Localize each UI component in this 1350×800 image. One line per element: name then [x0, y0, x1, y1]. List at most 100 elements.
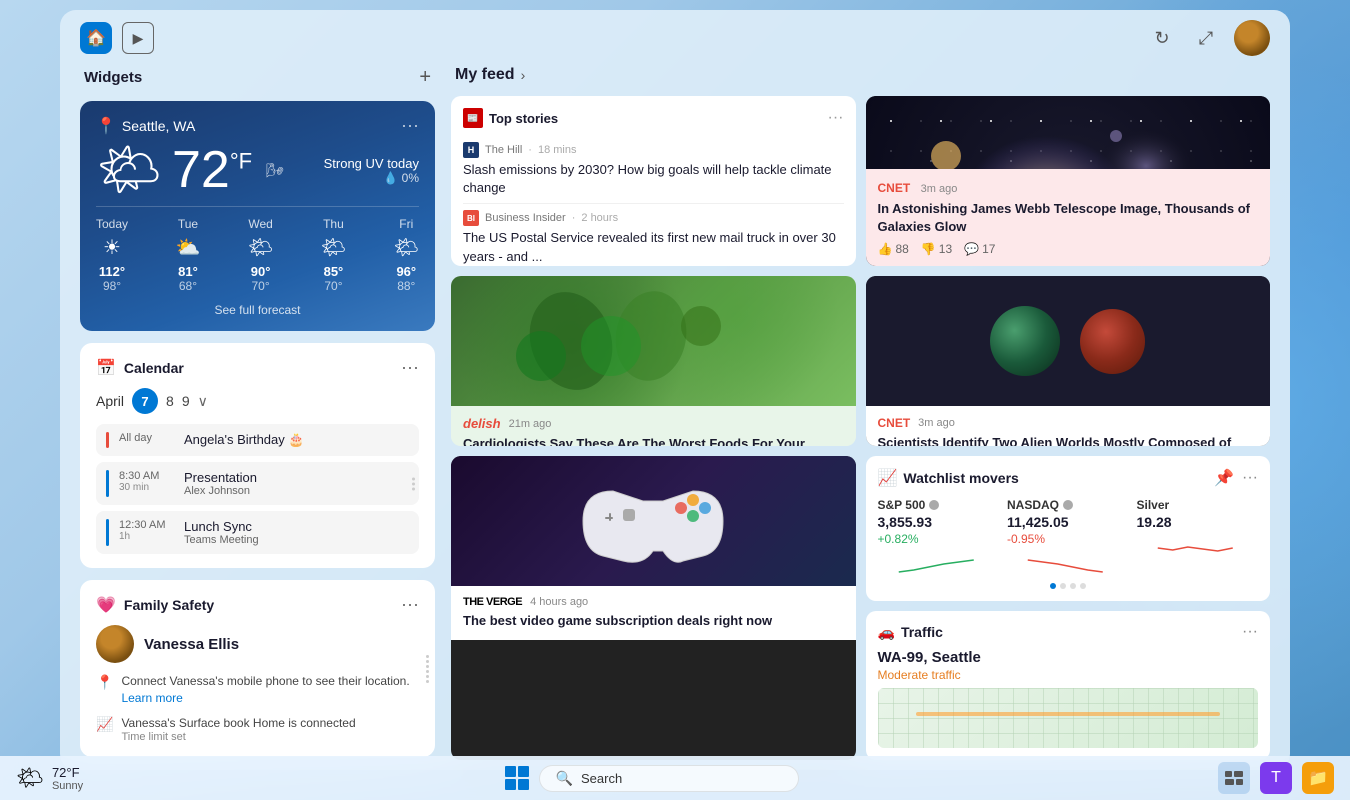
- bi-time-value: 2 hours: [581, 212, 618, 224]
- widget-panel: 🏠 ▶ ↻ ⤢ Widgets + 📍 Seattl: [60, 10, 1290, 770]
- calendar-icon: 📅: [96, 358, 116, 378]
- forecast-lo-0: 98°: [96, 279, 128, 293]
- safety-item-location: 📍 Connect Vanessa's mobile phone to see …: [96, 673, 419, 707]
- home-icon[interactable]: 🏠: [80, 22, 112, 54]
- user-avatar[interactable]: [1234, 20, 1270, 56]
- watchlist-title-row: 📈 Watchlist movers: [878, 468, 1019, 488]
- silver-price: 19.28: [1137, 514, 1259, 530]
- taskbar-search-bar[interactable]: 🔍 Search: [539, 765, 799, 792]
- calendar-event-birthday: All day Angela's Birthday 🎂: [96, 424, 419, 456]
- calendar-day-9[interactable]: 9: [182, 393, 190, 409]
- weather-precipitation: 💧 0%: [324, 171, 419, 185]
- calendar-title: Calendar: [124, 360, 184, 376]
- forecast-lo-2: 70°: [248, 279, 273, 293]
- traffic-map: [878, 688, 1259, 748]
- add-widget-button[interactable]: +: [419, 66, 431, 89]
- watchlist-more-button[interactable]: ···: [1242, 469, 1258, 487]
- calendar-chevron[interactable]: ∨: [198, 393, 208, 410]
- safety-title: Family Safety: [124, 597, 214, 613]
- refresh-button[interactable]: ↻: [1146, 22, 1178, 54]
- forecast-hi-3: 85°: [321, 264, 346, 279]
- calendar-today-badge[interactable]: 7: [132, 388, 158, 414]
- calendar-more-button[interactable]: ···: [401, 357, 419, 378]
- watchlist-card: 📈 Watchlist movers 📌 ···: [866, 456, 1271, 601]
- windows-logo: [505, 766, 529, 790]
- forecast-day-wed: Wed 🌤 90° 70°: [248, 217, 273, 293]
- task-view-button[interactable]: [1218, 762, 1250, 794]
- event-side-dots: [412, 477, 415, 490]
- james-webb-card[interactable]: CNET 3m ago In Astonishing James Webb Te…: [866, 96, 1271, 266]
- forecast-day-name-1: Tue: [176, 217, 201, 231]
- video-icon[interactable]: ▶: [122, 22, 154, 54]
- expand-button[interactable]: ⤢: [1190, 22, 1222, 54]
- taskbar-search-text: Search: [581, 771, 622, 786]
- taskbar-weather: 🌤 72°F Sunny: [16, 765, 83, 792]
- cnet-logo: CNET: [878, 181, 911, 195]
- safety-more-button[interactable]: ···: [401, 594, 419, 615]
- calendar-navigation: April 7 8 9 ∨: [96, 388, 419, 414]
- traffic-road-indicator: [916, 712, 1220, 716]
- traffic-header: 🚗 Traffic ···: [878, 623, 1259, 641]
- event-details-lunch: Lunch Sync Teams Meeting: [184, 519, 259, 546]
- feed-title: My feed: [455, 66, 515, 84]
- forecast-hi-1: 81°: [176, 264, 201, 279]
- weather-more-button[interactable]: ···: [401, 115, 419, 136]
- hill-publisher: The Hill: [485, 144, 522, 156]
- news-item-bi[interactable]: BI Business Insider · 2 hours The US Pos…: [463, 204, 844, 266]
- calendar-widget: 📅 Calendar ··· April 7 8 9 ∨: [80, 343, 435, 568]
- weather-wind-icon: 🌬: [266, 162, 284, 179]
- aliens-title: Scientists Identify Two Alien Worlds Mos…: [878, 434, 1259, 446]
- planet-earth: [990, 306, 1060, 376]
- delish-source-logo: delish: [463, 416, 501, 431]
- top-stories-logo: 📰: [463, 108, 483, 128]
- taskbar-right-icons: T 📁: [1218, 762, 1334, 794]
- aliens-card[interactable]: CNET 3m ago Scientists Identify Two Alie…: [866, 276, 1271, 446]
- forecast-day-name-3: Thu: [321, 217, 346, 231]
- calendar-day-8[interactable]: 8: [166, 393, 174, 409]
- weather-forecast: Today ☀ 112° 98° Tue ⛅ 81° 68° Wed 🌤: [96, 206, 419, 293]
- james-webb-reactions: 👍 88 👎 13 💬 17: [878, 242, 1259, 256]
- learn-more-link[interactable]: Learn more: [121, 691, 182, 705]
- event-bar-birthday: [106, 432, 109, 448]
- feed-chevron-icon[interactable]: ›: [521, 67, 526, 83]
- silver-sparkline: [1137, 536, 1259, 561]
- silver-name-row: Silver: [1137, 498, 1259, 512]
- forecast-day-tue: Tue ⛅ 81° 68°: [176, 217, 201, 293]
- traffic-title: Traffic: [901, 624, 943, 640]
- gaming-card[interactable]: THE VERGE 4 hours ago The best video gam…: [451, 456, 856, 760]
- sp500-change: +0.82%: [878, 532, 1000, 546]
- taskbar-condition: Sunny: [52, 780, 83, 792]
- traffic-title-row: 🚗 Traffic: [878, 624, 943, 641]
- top-stories-card[interactable]: 📰 Top stories ··· H The Hill · 18 mi: [451, 96, 856, 266]
- teams-button[interactable]: T: [1260, 762, 1292, 794]
- watchlist-header: 📈 Watchlist movers 📌 ···: [878, 468, 1259, 488]
- win-tile-2: [518, 766, 529, 777]
- bi-source-row: BI Business Insider · 2 hours: [463, 210, 844, 226]
- weather-description: Strong UV today: [324, 156, 419, 171]
- weather-main-row: 🌤 72°F 🌬 Strong UV today 💧 0%: [96, 144, 419, 196]
- task-view-icon: [1225, 771, 1243, 785]
- start-button[interactable]: [503, 764, 531, 792]
- delish-card[interactable]: delish 21m ago Cardiologists Say These A…: [451, 276, 856, 446]
- weather-forecast-link[interactable]: See full forecast: [96, 303, 419, 317]
- top-stories-more[interactable]: ···: [828, 109, 844, 127]
- taskbar: 🌤 72°F Sunny 🔍 Search: [0, 756, 1350, 800]
- win-tile-3: [505, 779, 516, 790]
- pulse-icon: 📈: [96, 716, 113, 733]
- safety-person-name: Vanessa Ellis: [144, 636, 239, 653]
- forecast-hi-0: 112°: [96, 264, 128, 279]
- location-icon: 📍: [96, 674, 113, 691]
- pin-icon[interactable]: 📌: [1214, 468, 1234, 488]
- gaming-title: The best video game subscription deals r…: [463, 612, 844, 630]
- traffic-card: 🚗 Traffic ··· WA-99, Seattle Moderate tr…: [866, 611, 1271, 760]
- bi-time: ·: [572, 212, 576, 224]
- forecast-lo-4: 88°: [394, 279, 419, 293]
- sp500-name: S&P 500: [878, 498, 926, 512]
- top-stories-source: 📰 Top stories: [463, 108, 558, 128]
- nasdaq-name: NASDAQ: [1007, 498, 1059, 512]
- panel-header: 🏠 ▶ ↻ ⤢: [60, 10, 1290, 66]
- news-item-hill[interactable]: H The Hill · 18 mins Slash emissions by …: [463, 136, 844, 204]
- file-explorer-button[interactable]: 📁: [1302, 762, 1334, 794]
- weather-temp-display: 72°F: [172, 144, 252, 196]
- traffic-more-button[interactable]: ···: [1242, 623, 1258, 641]
